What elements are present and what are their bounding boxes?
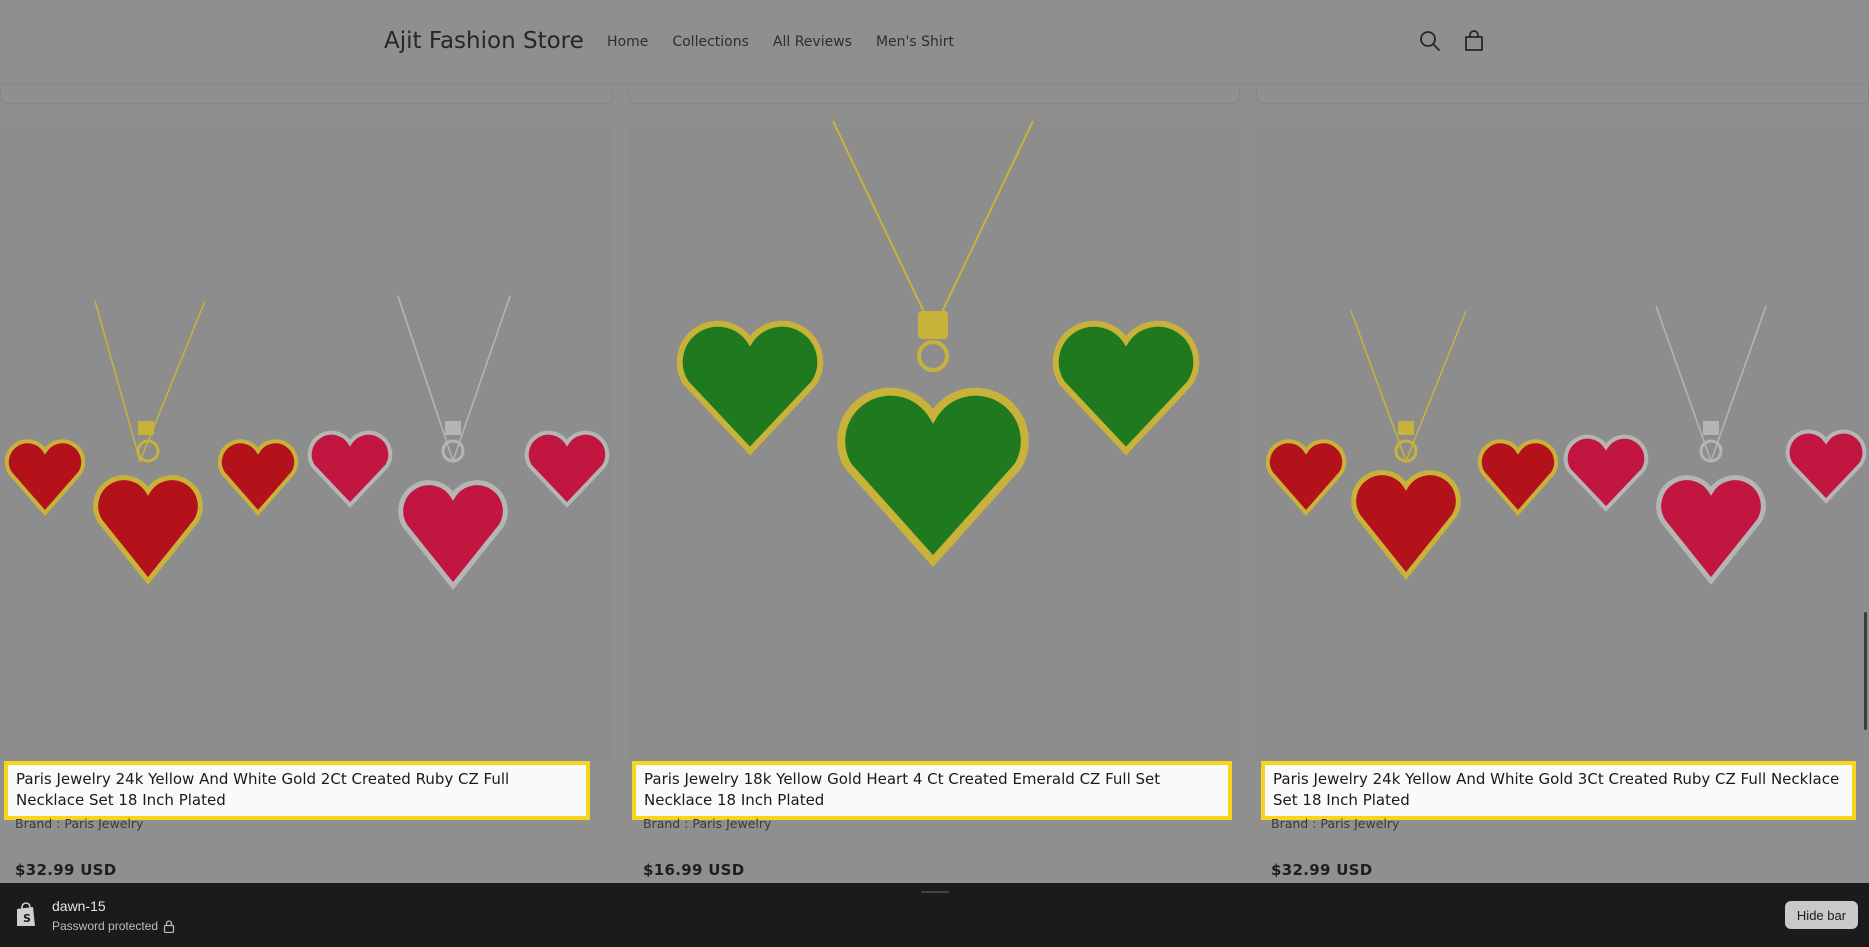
main-nav: Home Collections All Reviews Men's Shirt [607, 34, 954, 50]
password-status: Password protected [52, 919, 159, 933]
product-image[interactable] [628, 121, 1240, 761]
product-brand: Brand : Paris Jewelry [643, 816, 772, 831]
necklace-set-image [1265, 305, 1867, 586]
hide-bar-button[interactable]: Hide bar [1785, 901, 1858, 929]
product-card[interactable]: Paris Jewelry 24k Yellow And White Gold … [0, 84, 613, 884]
product-card[interactable]: Paris Jewelry 18k Yellow Gold Heart 4 Ct… [628, 84, 1240, 884]
necklace-set-image [4, 295, 610, 591]
scrollbar-thumb[interactable] [1864, 612, 1867, 730]
nav-collections[interactable]: Collections [672, 34, 749, 50]
site-header: Ajit Fashion Store Home Collections All … [0, 0, 1869, 84]
product-image[interactable] [0, 121, 613, 761]
product-title[interactable]: Paris Jewelry 18k Yellow Gold Heart 4 Ct… [632, 761, 1232, 820]
necklace-set-image [676, 121, 1200, 567]
product-price: $32.99 USD [15, 861, 117, 879]
product-brand: Brand : Paris Jewelry [1271, 816, 1400, 831]
product-card[interactable]: Paris Jewelry 24k Yellow And White Gold … [1256, 84, 1869, 884]
card-edge [1256, 84, 1869, 104]
preview-admin-bar: S dawn-15 Password protected Hide bar [0, 883, 1869, 947]
cart-icon[interactable] [1461, 28, 1487, 54]
product-image[interactable] [1256, 121, 1869, 761]
card-edge [0, 84, 613, 104]
nav-all-reviews[interactable]: All Reviews [773, 34, 852, 50]
nav-home[interactable]: Home [607, 34, 648, 50]
lock-icon [163, 920, 175, 934]
store-logo[interactable]: Ajit Fashion Store [384, 28, 584, 54]
product-price: $16.99 USD [643, 861, 745, 879]
card-edge [628, 84, 1240, 104]
product-title[interactable]: Paris Jewelry 24k Yellow And White Gold … [4, 761, 590, 820]
drag-handle[interactable] [921, 891, 949, 893]
search-icon[interactable] [1417, 28, 1443, 54]
product-grid: Paris Jewelry 24k Yellow And White Gold … [0, 84, 1869, 884]
product-price: $32.99 USD [1271, 861, 1373, 879]
svg-text:S: S [23, 912, 31, 925]
nav-mens-shirt[interactable]: Men's Shirt [876, 34, 954, 50]
shopify-bag-icon: S [14, 902, 38, 928]
product-brand: Brand : Paris Jewelry [15, 816, 144, 831]
theme-name: dawn-15 [52, 898, 106, 914]
product-title[interactable]: Paris Jewelry 24k Yellow And White Gold … [1261, 761, 1856, 820]
